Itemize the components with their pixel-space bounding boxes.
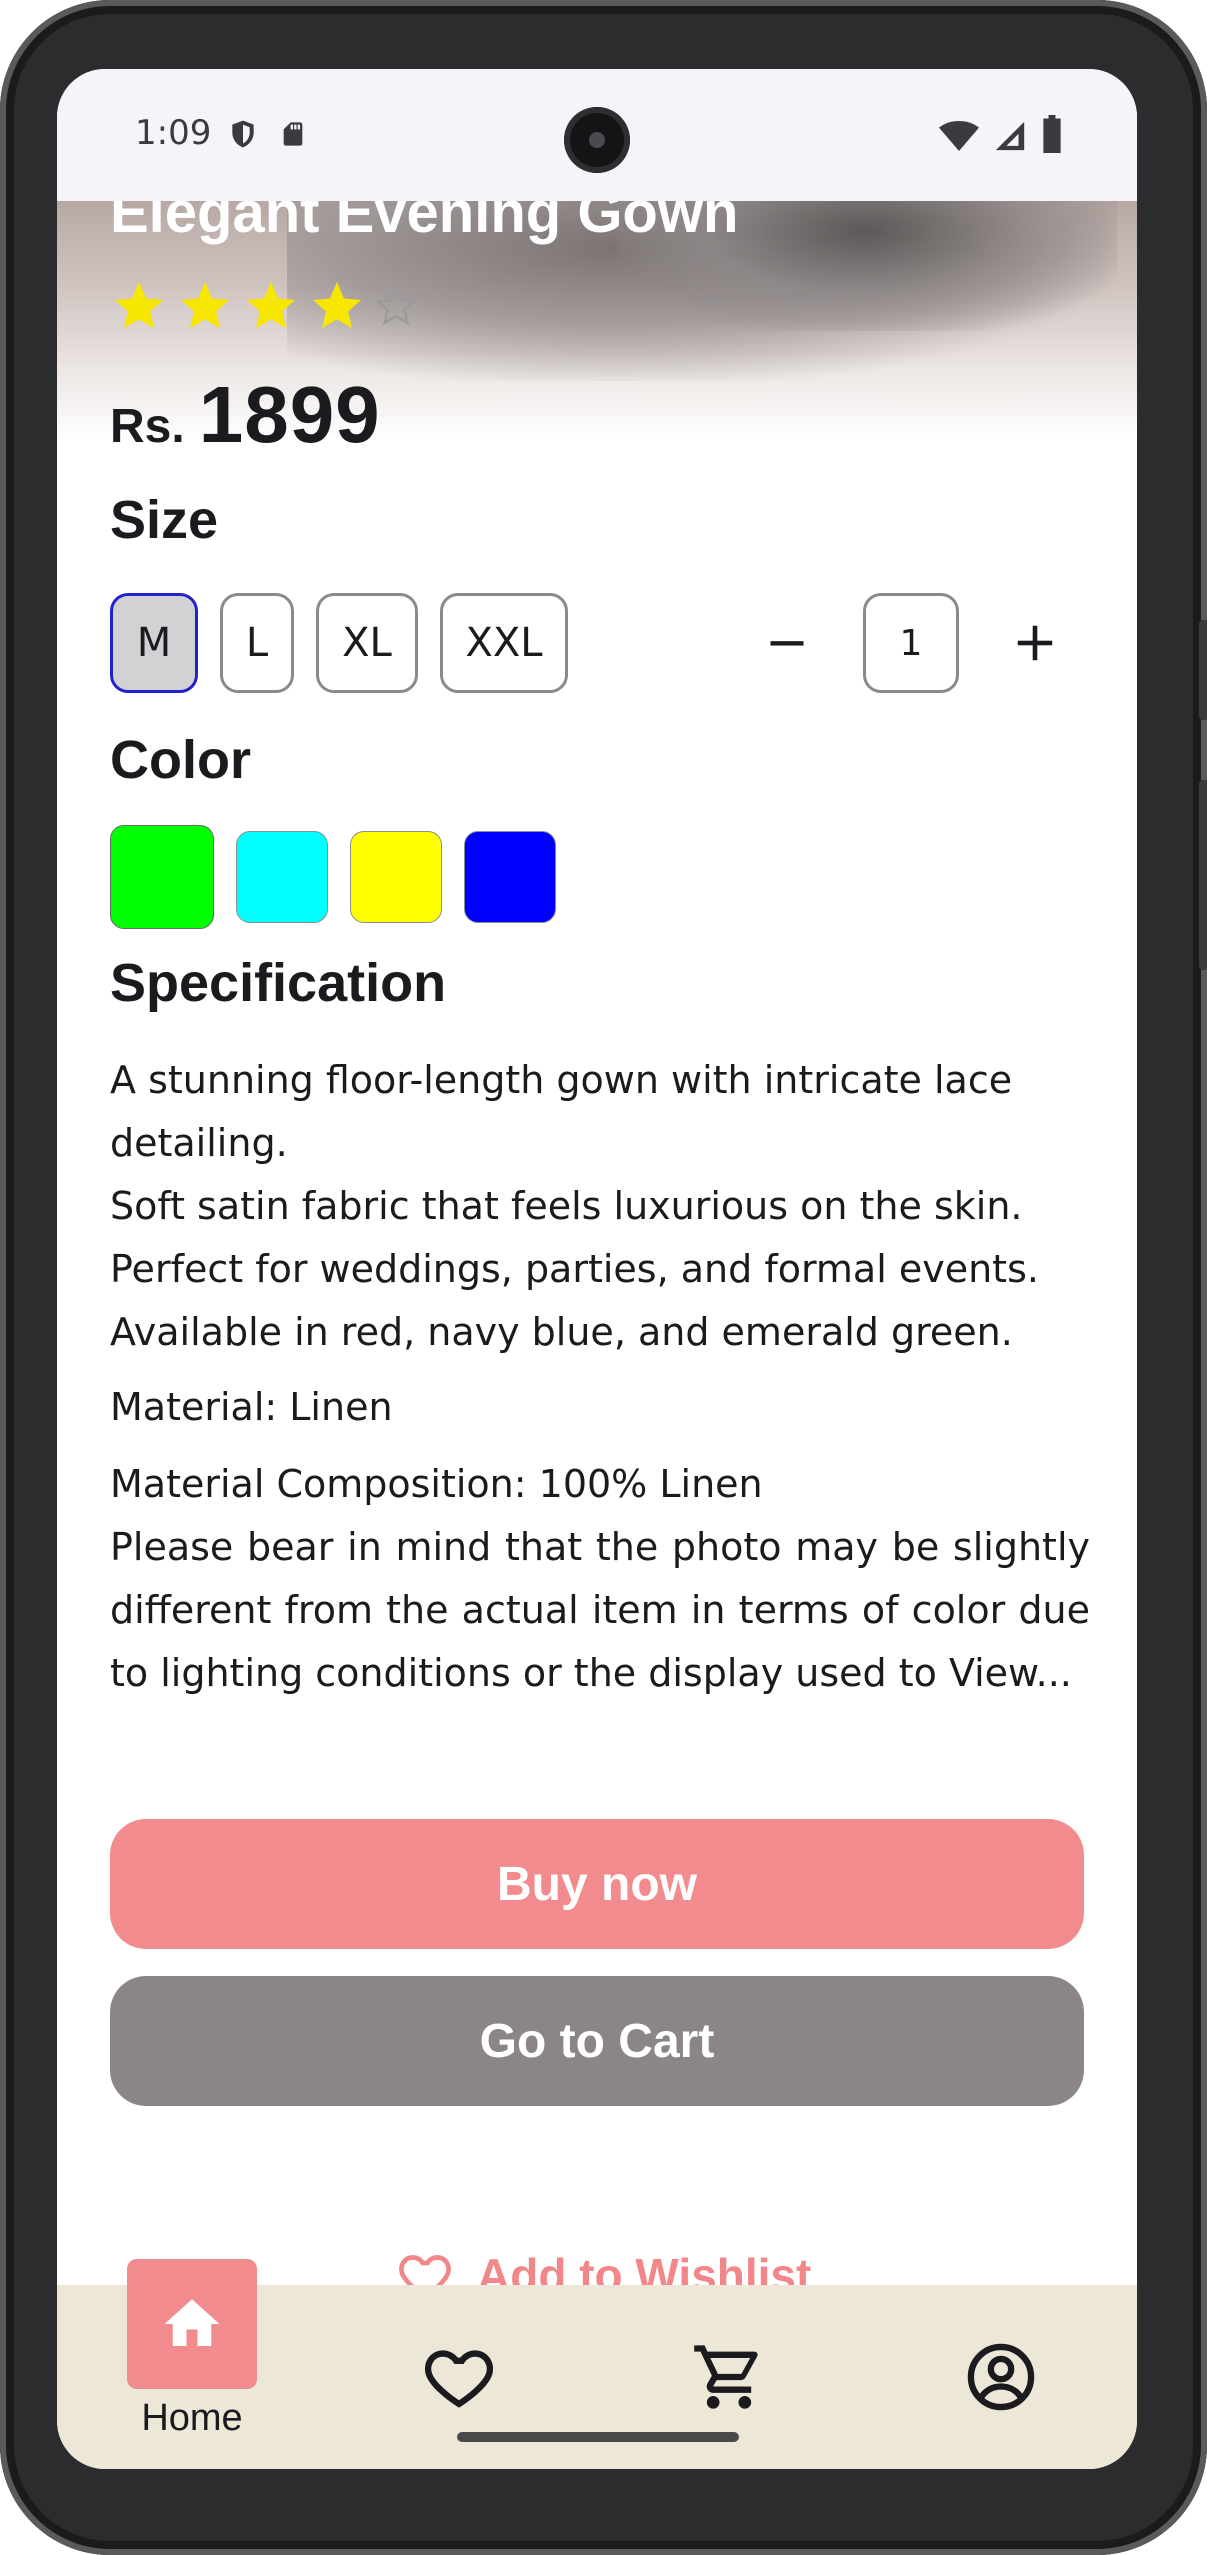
home-icon — [164, 2299, 220, 2346]
shield-icon — [232, 120, 254, 148]
nav-label-home: Home — [141, 2397, 243, 2439]
star-filled-icon — [312, 281, 362, 329]
color-swatch-green[interactable] — [110, 825, 214, 929]
rating-stars — [110, 277, 418, 335]
side-button — [1199, 780, 1207, 970]
wifi-icon — [939, 121, 979, 151]
material-composition-text: Material Composition: 100% Linen — [110, 1462, 763, 1506]
specification-body: A stunning floor-length gown with intric… — [110, 1049, 1090, 1705]
buy-now-button[interactable]: Buy now — [110, 1819, 1084, 1949]
status-bar: 1:09 — [57, 69, 1137, 201]
size-heading: Size — [110, 490, 219, 550]
cart-icon — [694, 2345, 758, 2409]
price-value: 1899 — [198, 370, 381, 459]
star-empty-icon — [374, 284, 418, 326]
color-swatch-blue[interactable] — [464, 831, 556, 923]
star-filled-icon — [114, 281, 164, 329]
nav-item-home[interactable]: Home — [127, 2259, 257, 2440]
minus-icon — [770, 641, 804, 646]
specification-heading: Specification — [110, 953, 447, 1013]
photo-disclaimer: Please bear in mind that the photo may b… — [110, 1525, 1090, 1695]
cellular-icon — [995, 121, 1025, 151]
battery-icon — [1043, 115, 1061, 153]
size-option-xl[interactable]: XL — [316, 593, 418, 693]
sd-card-icon — [283, 122, 303, 146]
account-icon — [967, 2343, 1035, 2411]
nav-item-cart[interactable] — [691, 2339, 767, 2415]
color-heading: Color — [110, 730, 251, 790]
star-filled-icon — [246, 281, 296, 329]
heart-icon — [424, 2350, 494, 2408]
product-description: A stunning floor-length gown with intric… — [110, 1058, 1039, 1354]
color-swatch-yellow[interactable] — [350, 831, 442, 923]
price-currency: Rs. — [110, 400, 185, 453]
size-options: M L XL XXL — [110, 593, 568, 693]
gesture-navigation-bar[interactable] — [457, 2432, 739, 2442]
price: Rs. 1899 — [110, 369, 381, 461]
size-option-l[interactable]: L — [220, 593, 294, 693]
size-option-xxl[interactable]: XXL — [440, 593, 568, 693]
app-screen: 1:09 Elegant Evening Gown Rs. 1899 Size … — [57, 69, 1137, 2469]
status-left-icons — [227, 117, 307, 151]
increase-quantity-button[interactable] — [985, 593, 1085, 693]
color-swatch-cyan[interactable] — [236, 831, 328, 923]
quantity-stepper: 1 — [737, 593, 1085, 693]
nav-item-account[interactable] — [963, 2339, 1039, 2415]
status-time: 1:09 — [135, 113, 212, 153]
front-camera — [564, 107, 630, 173]
home-pill — [127, 2259, 257, 2389]
side-button — [1199, 620, 1207, 720]
device-frame: 1:09 Elegant Evening Gown Rs. 1899 Size … — [0, 0, 1207, 2555]
quantity-value[interactable]: 1 — [863, 593, 959, 693]
status-right-icons — [939, 115, 1063, 153]
star-filled-icon — [180, 281, 230, 329]
go-to-cart-button[interactable]: Go to Cart — [110, 1976, 1084, 2106]
size-option-m[interactable]: M — [110, 593, 198, 693]
plus-icon — [1017, 625, 1053, 661]
decrease-quantity-button[interactable] — [737, 593, 837, 693]
nav-item-wishlist[interactable] — [421, 2339, 497, 2415]
color-options — [110, 825, 556, 929]
material-text: Material: Linen — [110, 1385, 393, 1429]
